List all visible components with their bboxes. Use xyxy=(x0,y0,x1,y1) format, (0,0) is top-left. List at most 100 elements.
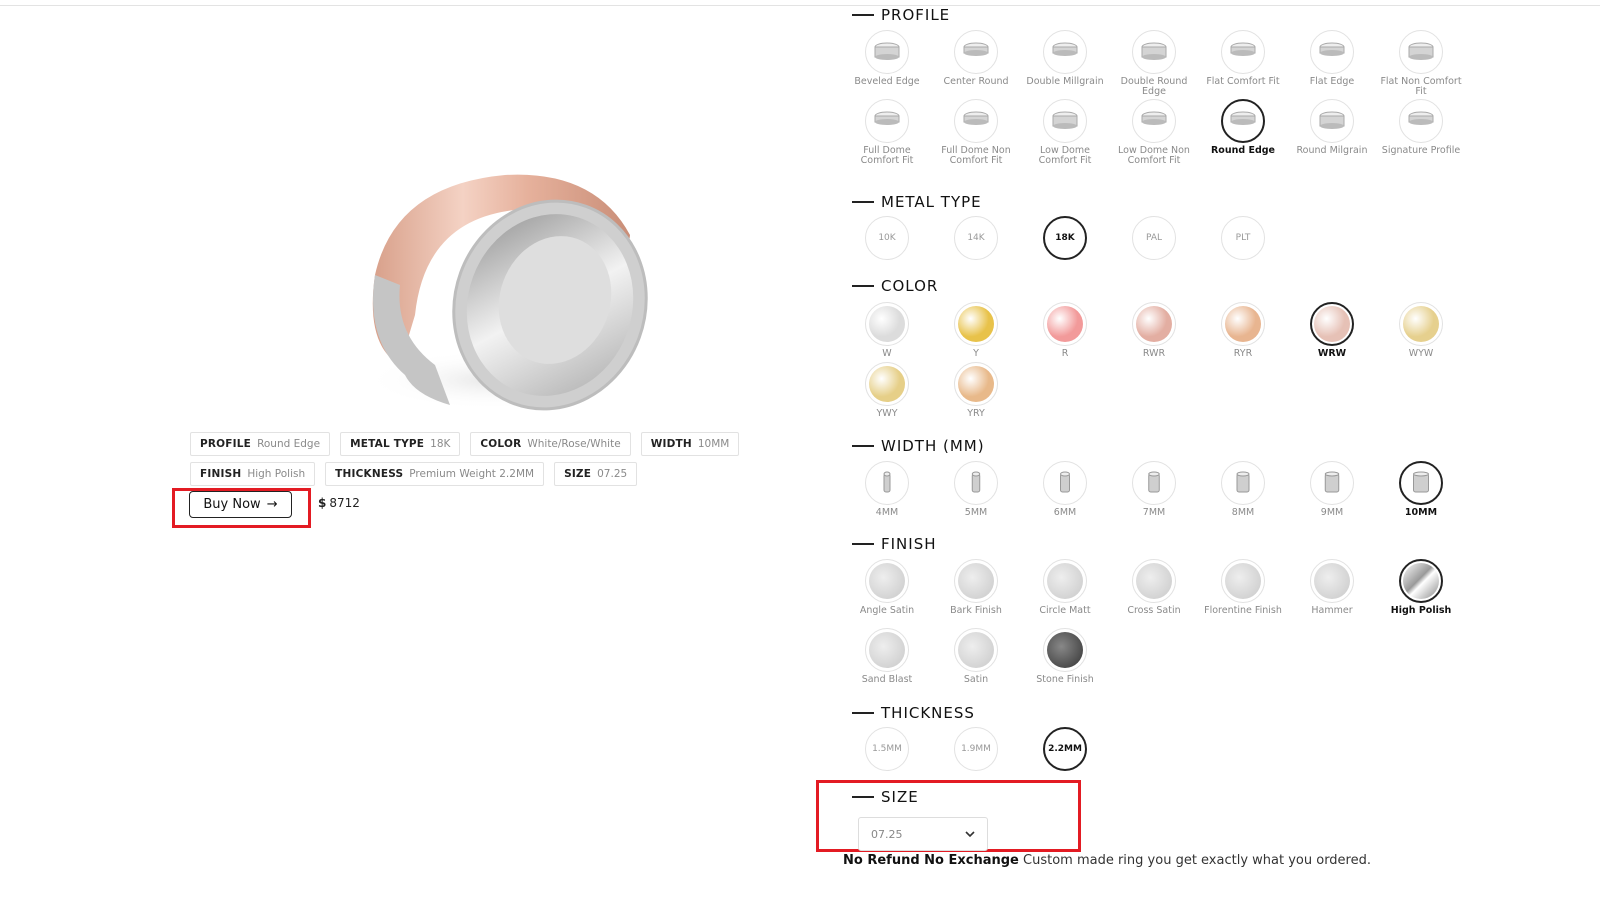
color-w-icon xyxy=(865,302,909,346)
finish-option-bark-finish[interactable]: Bark Finish xyxy=(934,559,1018,616)
buy-now-button[interactable]: Buy Now → xyxy=(189,491,292,518)
width-option-label: 6MM xyxy=(1053,507,1077,518)
size-title: SIZE xyxy=(881,788,919,806)
metal-option-14k[interactable]: 14K xyxy=(934,216,1018,260)
finish-satin-icon xyxy=(954,628,998,672)
width-option-9mm[interactable]: 9MM xyxy=(1290,461,1374,518)
profile-center-round-icon xyxy=(954,30,998,74)
finish-option-label: Florentine Finish xyxy=(1204,605,1282,616)
finish-option-angle-satin[interactable]: Angle Satin xyxy=(845,559,929,616)
metal-option-plt[interactable]: PLT xyxy=(1201,216,1285,260)
color-option-wyw[interactable]: WYW xyxy=(1379,302,1463,359)
profile-option-label: Flat Non Comfort Fit xyxy=(1380,76,1462,97)
width-option-7mm[interactable]: 7MM xyxy=(1112,461,1196,518)
finish-section-title: FINISH xyxy=(852,535,937,553)
color-option-wrw[interactable]: WRW xyxy=(1290,302,1374,359)
metal-option-10k[interactable]: 10K xyxy=(845,216,929,260)
spec-key: THICKNESS xyxy=(335,468,404,480)
finish-option-satin[interactable]: Satin xyxy=(934,628,1018,685)
spec-value: Round Edge xyxy=(257,438,321,450)
thickness-option-label: 2.2MM xyxy=(1048,744,1082,754)
profile-option-double-millgrain[interactable]: Double Millgrain xyxy=(1023,30,1107,87)
thickness-option-label: 1.9MM xyxy=(961,744,991,754)
finish-option-sand-blast[interactable]: Sand Blast xyxy=(845,628,929,685)
profile-option-beveled-edge[interactable]: Beveled Edge xyxy=(845,30,929,87)
thickness-option-1-9mm[interactable]: 1.9MM xyxy=(934,727,1018,771)
profile-option-full-dome-comfort-fit[interactable]: Full Dome Comfort Fit xyxy=(845,99,929,166)
finish-option-cross-satin[interactable]: Cross Satin xyxy=(1112,559,1196,616)
color-option-yry[interactable]: YRY xyxy=(934,362,1018,419)
profile-option-label: Flat Comfort Fit xyxy=(1206,76,1280,87)
profile-option-signature-profile[interactable]: Signature Profile xyxy=(1379,99,1463,156)
metal-option-18k[interactable]: 18K xyxy=(1023,216,1107,260)
profile-double-millgrain-icon xyxy=(1043,30,1087,74)
arrow-right-icon: → xyxy=(266,497,278,512)
metal-option-label: PAL xyxy=(1145,233,1163,243)
color-section-title: COLOR xyxy=(852,277,938,295)
profile-option-label: Full Dome Non Comfort Fit xyxy=(941,145,1011,166)
width-option-label: 10MM xyxy=(1404,507,1438,518)
profile-beveled-edge-icon xyxy=(865,30,909,74)
color-yry-icon xyxy=(954,362,998,406)
finish-option-stone-finish[interactable]: Stone Finish xyxy=(1023,628,1107,685)
finish-option-label: Sand Blast xyxy=(861,674,913,685)
color-option-w[interactable]: W xyxy=(845,302,929,359)
profile-option-round-milgrain[interactable]: Round Milgrain xyxy=(1290,99,1374,156)
profile-option-center-round[interactable]: Center Round xyxy=(934,30,1018,87)
color-option-label: WRW xyxy=(1317,348,1347,359)
color-option-rwr[interactable]: RWR xyxy=(1112,302,1196,359)
width-7mm-icon xyxy=(1132,461,1176,505)
price: $8712 xyxy=(318,496,360,510)
width-option-8mm[interactable]: 8MM xyxy=(1201,461,1285,518)
finish-option-circle-matt[interactable]: Circle Matt xyxy=(1023,559,1107,616)
thickness-2-2mm-icon: 2.2MM xyxy=(1043,727,1087,771)
width-9mm-icon xyxy=(1310,461,1354,505)
spec-value: White/Rose/White xyxy=(527,438,621,450)
profile-option-flat-non-comfort-fit[interactable]: Flat Non Comfort Fit xyxy=(1379,30,1463,97)
profile-option-double-round-edge[interactable]: Double Round Edge xyxy=(1112,30,1196,97)
color-option-ryr[interactable]: RYR xyxy=(1201,302,1285,359)
finish-option-hammer[interactable]: Hammer xyxy=(1290,559,1374,616)
specs-row-2: FINISH High Polish THICKNESS Premium Weight… xyxy=(190,462,750,486)
color-option-label: YWY xyxy=(876,408,898,419)
thickness-title: THICKNESS xyxy=(881,704,975,722)
size-value: 07.25 xyxy=(871,827,903,841)
thickness-option-1-5mm[interactable]: 1.5MM xyxy=(845,727,929,771)
color-option-r[interactable]: R xyxy=(1023,302,1107,359)
color-option-label: WYW xyxy=(1408,348,1434,359)
width-option-5mm[interactable]: 5MM xyxy=(934,461,1018,518)
thickness-option-2-2mm[interactable]: 2.2MM xyxy=(1023,727,1107,771)
metal-option-pal[interactable]: PAL xyxy=(1112,216,1196,260)
width-option-4mm[interactable]: 4MM xyxy=(845,461,929,518)
profile-option-low-dome-non-comfort-fit[interactable]: Low Dome Non Comfort Fit xyxy=(1112,99,1196,166)
color-title: COLOR xyxy=(881,277,939,295)
profile-option-label: Double Millgrain xyxy=(1026,76,1104,87)
finish-title: FINISH xyxy=(881,535,937,553)
spec-key: WIDTH xyxy=(650,438,692,450)
profile-option-label: Flat Edge xyxy=(1309,76,1355,87)
profile-option-full-dome-non-comfort-fit[interactable]: Full Dome Non Comfort Fit xyxy=(934,99,1018,166)
color-option-y[interactable]: Y xyxy=(934,302,1018,359)
profile-option-low-dome-comfort-fit[interactable]: Low Dome Comfort Fit xyxy=(1023,99,1107,166)
width-option-6mm[interactable]: 6MM xyxy=(1023,461,1107,518)
profile-flat-comfort-fit-icon xyxy=(1221,30,1265,74)
width-option-10mm[interactable]: 10MM xyxy=(1379,461,1463,518)
thickness-1-9mm-icon: 1.9MM xyxy=(954,727,998,771)
metal-18k-icon: 18K xyxy=(1043,216,1087,260)
color-wrw-icon xyxy=(1310,302,1354,346)
profile-option-label: Double Round Edge xyxy=(1120,76,1188,97)
finish-option-label: Bark Finish xyxy=(950,605,1002,616)
profile-full-dome-non-comfort-fit-icon xyxy=(954,99,998,143)
finish-option-florentine-finish[interactable]: Florentine Finish xyxy=(1201,559,1285,616)
width-10mm-icon xyxy=(1399,461,1443,505)
refund-note-bold: No Refund No Exchange xyxy=(843,853,1019,868)
size-select[interactable]: 07.25 xyxy=(858,817,988,851)
top-divider xyxy=(0,5,1600,6)
profile-option-flat-edge[interactable]: Flat Edge xyxy=(1290,30,1374,87)
color-option-ywy[interactable]: YWY xyxy=(845,362,929,419)
width-8mm-icon xyxy=(1221,461,1265,505)
finish-option-high-polish[interactable]: High Polish xyxy=(1379,559,1463,616)
profile-option-flat-comfort-fit[interactable]: Flat Comfort Fit xyxy=(1201,30,1285,87)
ring-product-image xyxy=(365,174,648,411)
profile-option-round-edge[interactable]: Round Edge xyxy=(1201,99,1285,156)
